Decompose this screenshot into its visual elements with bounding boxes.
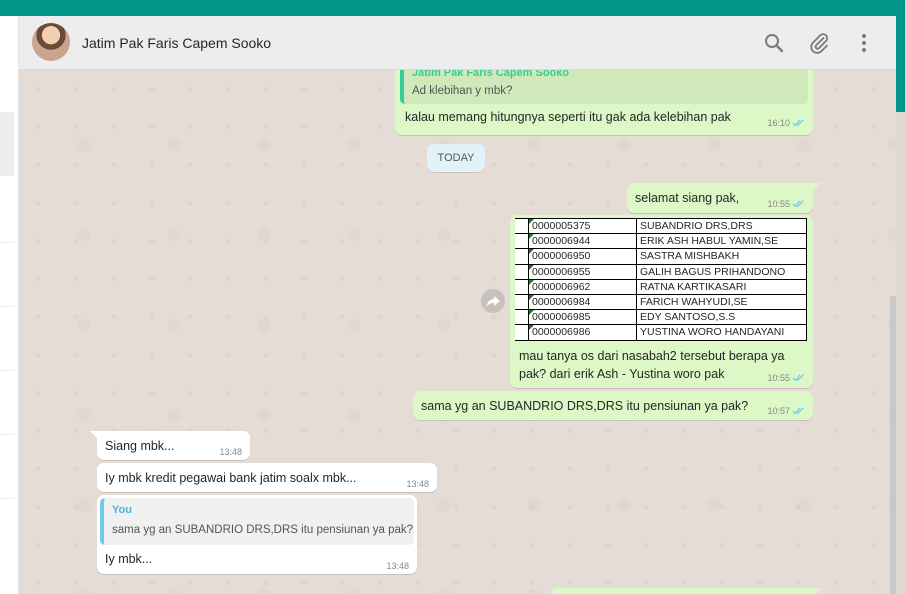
message-time: 16:10 bbox=[767, 118, 790, 128]
quoted-message[interactable]: Jatim Pak Faris Capem Sooko Ad klebihan … bbox=[400, 70, 808, 104]
message-outgoing[interactable] bbox=[551, 588, 813, 594]
table-row: 0000006986 YUSTINA WORO HANDAYANI bbox=[515, 324, 807, 341]
window-edge-band bbox=[896, 16, 905, 112]
chat-list-divider bbox=[0, 370, 14, 371]
forward-button[interactable] bbox=[481, 289, 505, 313]
account-number: 0000006955 bbox=[528, 263, 637, 280]
message-text: Iy mbk... bbox=[105, 552, 153, 566]
message-time: 13:48 bbox=[406, 479, 429, 489]
message-meta: 13:48 bbox=[219, 447, 242, 457]
message-meta: 10:57 bbox=[767, 406, 805, 416]
read-receipt-icon bbox=[792, 119, 804, 127]
message-time: 13:48 bbox=[386, 561, 409, 571]
read-receipt-icon bbox=[792, 374, 804, 382]
customer-name: SUBANDRIO DRS,DRS bbox=[636, 217, 807, 235]
message-meta: 16:10 bbox=[767, 118, 805, 128]
customer-name: FARICH WAHYUDI,SE bbox=[636, 293, 807, 311]
account-number: 0000005375 bbox=[528, 217, 637, 235]
message-incoming[interactable]: You sama yg an SUBANDRIO DRS,DRS itu pen… bbox=[97, 495, 417, 574]
quoted-message[interactable]: You sama yg an SUBANDRIO DRS,DRS itu pen… bbox=[100, 498, 414, 545]
message-text: Siang mbk... bbox=[105, 439, 175, 453]
message-outgoing[interactable]: sama yg an SUBANDRIO DRS,DRS itu pensiun… bbox=[413, 391, 813, 420]
window-top-band bbox=[0, 0, 905, 16]
message-list[interactable]: Jatim Pak Faris Capem Sooko Ad klebihan … bbox=[19, 70, 896, 594]
table-row: 0000006962 RATNA KARTIKASARI bbox=[515, 278, 807, 295]
bubble-tail bbox=[813, 183, 821, 191]
message-text: selamat siang pak, bbox=[635, 191, 740, 205]
table-row: 0000006985 EDY SANTOSO,S.S bbox=[515, 309, 807, 326]
image-caption-line: pak? dari erik Ash - Yustina woro pak bbox=[519, 367, 725, 381]
account-number: 0000006944 bbox=[528, 233, 637, 250]
message-incoming[interactable]: Iy mbk kredit pegawai bank jatim soalx m… bbox=[97, 463, 437, 492]
message-meta: 13:48 bbox=[386, 561, 409, 571]
account-number: 0000006962 bbox=[528, 278, 637, 295]
account-number: 0000006986 bbox=[528, 324, 637, 341]
message-time: 10:55 bbox=[767, 373, 790, 383]
read-receipt-icon bbox=[792, 200, 804, 208]
quoted-text: sama yg an SUBANDRIO DRS,DRS itu pensiun… bbox=[112, 524, 414, 536]
chat-list-divider bbox=[0, 306, 14, 307]
avatar[interactable] bbox=[32, 23, 70, 61]
message-meta: 13:48 bbox=[406, 479, 429, 489]
customer-name: EDY SANTOSO,S.S bbox=[636, 309, 807, 326]
search-icon[interactable] bbox=[762, 31, 786, 55]
account-number: 0000006984 bbox=[528, 293, 637, 311]
menu-icon[interactable] bbox=[852, 31, 876, 55]
message-meta: 10:55 bbox=[767, 373, 805, 383]
scrollbar[interactable] bbox=[890, 296, 896, 594]
selected-chat-highlight bbox=[0, 112, 14, 176]
chat-list-panel-edge bbox=[0, 16, 19, 594]
paperclip-icon[interactable] bbox=[807, 31, 831, 55]
message-text: kalau memang hitungnya seperti itu gak a… bbox=[405, 110, 731, 124]
message-outgoing-image[interactable]: 0000005375 SUBANDRIO DRS,DRS 0000006944 ER… bbox=[510, 215, 813, 388]
customer-name: YUSTINA WORO HANDAYANI bbox=[636, 324, 807, 341]
contact-name[interactable]: Jatim Pak Faris Capem Sooko bbox=[82, 35, 271, 51]
chat-list-divider bbox=[0, 242, 14, 243]
customer-name: GALIH BAGUS PRIHANDONO bbox=[636, 263, 807, 280]
spreadsheet-image[interactable]: 0000005375 SUBANDRIO DRS,DRS 0000006944 ER… bbox=[515, 217, 807, 341]
message-text: sama yg an SUBANDRIO DRS,DRS itu pensiun… bbox=[421, 399, 749, 413]
table-row: 0000006984 FARICH WAHYUDI,SE bbox=[515, 293, 807, 311]
message-time: 13:48 bbox=[219, 447, 242, 457]
message-time: 10:55 bbox=[767, 199, 790, 209]
image-caption-line: mau tanya os dari nasabah2 tersebut bera… bbox=[519, 349, 785, 363]
account-number: 0000006985 bbox=[528, 309, 637, 326]
message-incoming[interactable]: Siang mbk... 13:48 bbox=[97, 431, 250, 460]
message-text: Iy mbk kredit pegawai bank jatim soalx m… bbox=[105, 471, 357, 485]
table-row: 0000006955 GALIH BAGUS PRIHANDONO bbox=[515, 263, 807, 280]
quoted-sender: You bbox=[112, 504, 132, 516]
account-number: 0000006950 bbox=[528, 248, 637, 265]
chat-list-divider bbox=[0, 434, 14, 435]
customer-name: RATNA KARTIKASARI bbox=[636, 278, 807, 295]
table-row: 0000005375 SUBANDRIO DRS,DRS bbox=[515, 217, 807, 235]
quoted-text: Ad klebihan y mbk? bbox=[412, 85, 513, 97]
conversation-header[interactable]: Jatim Pak Faris Capem Sooko bbox=[19, 16, 896, 70]
message-time: 10:57 bbox=[767, 406, 790, 416]
customer-name: ERIK ASH HABUL YAMIN,SE bbox=[636, 233, 807, 250]
read-receipt-icon bbox=[792, 407, 804, 415]
table-row: 0000006950 SASTRA MISHBAKH bbox=[515, 248, 807, 265]
forward-icon bbox=[486, 296, 500, 307]
message-meta: 10:55 bbox=[767, 199, 805, 209]
message-outgoing[interactable]: Jatim Pak Faris Capem Sooko Ad klebihan … bbox=[395, 70, 813, 135]
date-divider: TODAY bbox=[427, 144, 485, 172]
chat-list-divider bbox=[0, 498, 14, 499]
bubble-tail bbox=[813, 588, 821, 594]
quoted-sender: Jatim Pak Faris Capem Sooko bbox=[412, 70, 570, 79]
table-row: 0000006944 ERIK ASH HABUL YAMIN,SE bbox=[515, 233, 807, 250]
customer-name: SASTRA MISHBAKH bbox=[636, 248, 807, 265]
message-outgoing[interactable]: selamat siang pak, 10:55 bbox=[627, 183, 813, 213]
